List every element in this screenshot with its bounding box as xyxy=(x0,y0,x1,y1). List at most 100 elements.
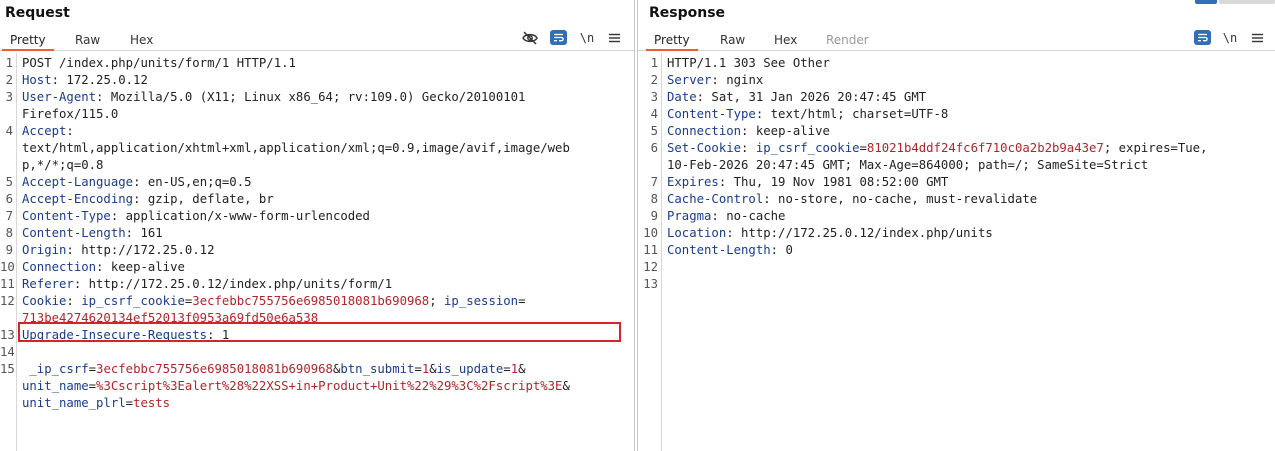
code-token: : Sat, 31 Jan 2026 20:47:45 GMT xyxy=(696,90,927,104)
code-token: = xyxy=(859,141,867,155)
code-token: : application/x-www-form-urlencoded xyxy=(110,209,370,223)
code-token: Connection xyxy=(22,260,97,274)
code-token: Content-Length xyxy=(22,226,126,240)
code-token: : keep-alive xyxy=(741,124,830,138)
line-number: 13 xyxy=(643,277,658,291)
line-number: 14 xyxy=(0,345,15,359)
code-token: : Mozilla/5.0 (X11; Linux x86_64; rv:109… xyxy=(96,90,526,104)
code-line: Referer: http://172.25.0.12/index.php/un… xyxy=(22,276,392,293)
code-token: = xyxy=(125,396,134,410)
request-title: Request xyxy=(5,5,70,21)
line-number: 5 xyxy=(5,175,13,189)
code-token: Date xyxy=(667,90,697,104)
code-token: 81021b4ddf24fc6f710c0a2b2b9a43e7 xyxy=(866,141,1104,155)
code-token: ; expires=Tue, xyxy=(1103,141,1208,155)
code-line: HTTP/1.1 303 See Other xyxy=(667,55,830,72)
code-token: & xyxy=(518,362,526,376)
line-number: 5 xyxy=(650,124,658,138)
request-editor[interactable]: 1 POST /index.php/units/form/1 HTTP/1.1 2 H… xyxy=(0,53,634,451)
code-token: : xyxy=(66,124,74,138)
eye-off-icon[interactable] xyxy=(521,30,539,46)
code-token: : xyxy=(741,141,756,155)
code-line: Accept-Encoding: gzip, deflate, br xyxy=(22,191,274,208)
code-token: _ip_csrf xyxy=(22,362,89,376)
code-line: Server: nginx xyxy=(667,72,763,89)
code-line: Accept: xyxy=(22,123,74,140)
code-token: unit_name xyxy=(22,379,89,393)
line-number: 7 xyxy=(650,175,658,189)
line-number: 2 xyxy=(5,73,13,87)
code-token: : xyxy=(66,294,82,308)
layout-toggle[interactable] xyxy=(1195,0,1275,4)
code-token: : text/html; charset=UTF-8 xyxy=(755,107,949,121)
code-token: : http://172.25.0.12 xyxy=(66,243,215,257)
line-number: 11 xyxy=(0,277,15,291)
code-token: : no-cache xyxy=(711,209,786,223)
code-line: POST /index.php/units/form/1 HTTP/1.1 xyxy=(22,55,296,72)
code-token: : gzip, deflate, br xyxy=(133,192,274,206)
code-token: unit_name_plrl xyxy=(22,396,126,410)
code-token: : http://172.25.0.12/index.php/units/for… xyxy=(73,277,393,291)
code-token: Expires xyxy=(667,175,719,189)
code-token: tests xyxy=(133,396,171,410)
request-tab-raw[interactable]: Raw xyxy=(67,31,108,51)
code-line: Origin: http://172.25.0.12 xyxy=(22,242,215,259)
code-token: Accept xyxy=(22,124,67,138)
code-line: Content-Type: text/html; charset=UTF-8 xyxy=(667,106,948,123)
response-editor[interactable]: 1 HTTP/1.1 303 See Other 2 Server: nginx 3 Da… xyxy=(638,53,1275,451)
code-token: = xyxy=(503,362,511,376)
code-token: = xyxy=(88,379,97,393)
code-token: Accept-Language xyxy=(22,175,134,189)
code-token: ; xyxy=(429,294,445,308)
code-line: Cache-Control: no-store, no-cache, must-… xyxy=(667,191,1037,208)
code-line: Cookie: ip_csrf_cookie = 3ecfebbc755756e69… xyxy=(22,293,525,310)
code-token: = xyxy=(414,362,422,376)
code-token: : 172.25.0.12 xyxy=(51,73,148,87)
response-tab-pretty[interactable]: Pretty xyxy=(646,31,698,51)
code-line: Content-Length: 161 xyxy=(22,225,163,242)
code-line: Date: Sat, 31 Jan 2026 20:47:45 GMT xyxy=(667,89,926,106)
code-line: Content-Type: application/x-www-form-url… xyxy=(22,208,370,225)
code-token: HTTP/1.1 303 See Other xyxy=(667,56,830,70)
code-token: 10-Feb-2026 20:47:45 GMT; Max-Age=864000… xyxy=(667,158,1149,172)
code-token: Host xyxy=(22,73,52,87)
request-tab-hex[interactable]: Hex xyxy=(122,31,161,51)
line-number: 4 xyxy=(5,124,13,138)
response-tab-raw[interactable]: Raw xyxy=(712,31,753,51)
code-token: : keep-alive xyxy=(96,260,185,274)
newline-icon[interactable]: \n xyxy=(1221,30,1239,46)
code-token: Firefox/115.0 xyxy=(22,107,119,121)
code-token: Cookie xyxy=(22,294,67,308)
code-token: Connection xyxy=(667,124,742,138)
line-number: 3 xyxy=(5,90,13,104)
code-token: POST /index.php/units/form/1 HTTP/1.1 xyxy=(22,56,296,70)
word-wrap-icon[interactable] xyxy=(1194,30,1211,45)
code-token: & xyxy=(562,379,570,393)
code-line: Location: http://172.25.0.12/index.php/u… xyxy=(667,225,993,242)
code-token: : http://172.25.0.12/index.php/units xyxy=(726,226,993,240)
response-tab-render[interactable]: Render xyxy=(818,31,877,51)
code-token: text/html,application/xhtml+xml,applicat… xyxy=(22,141,570,155)
menu-icon[interactable] xyxy=(605,30,623,46)
response-title: Response xyxy=(649,5,726,21)
code-token: Origin xyxy=(22,243,67,257)
menu-icon[interactable] xyxy=(1248,30,1266,46)
xss-payload-highlight xyxy=(18,322,621,342)
code-token: : Thu, 19 Nov 1981 08:52:00 GMT xyxy=(718,175,949,189)
newline-icon[interactable]: \n xyxy=(578,30,596,46)
code-token: Content-Type xyxy=(22,209,111,223)
code-token: Content-Length xyxy=(667,243,771,257)
response-tab-hex[interactable]: Hex xyxy=(766,31,805,51)
word-wrap-icon[interactable] xyxy=(550,30,567,45)
code-token: Accept-Encoding xyxy=(22,192,134,206)
code-line: Expires: Thu, 19 Nov 1981 08:52:00 GMT xyxy=(667,174,948,191)
line-number: 10 xyxy=(643,226,658,240)
request-tab-pretty[interactable]: Pretty xyxy=(2,31,54,51)
code-token: 3ecfebbc755756e6985018081b690968 xyxy=(96,362,333,376)
code-token: is_update xyxy=(436,362,504,376)
code-line: Pragma: no-cache xyxy=(667,208,785,225)
request-pane: Request Pretty Raw Hex \n 1 POST /index.p… xyxy=(0,0,635,451)
code-token: = xyxy=(518,294,526,308)
code-line: Connection: keep-alive xyxy=(22,259,185,276)
code-token: Referer xyxy=(22,277,74,291)
